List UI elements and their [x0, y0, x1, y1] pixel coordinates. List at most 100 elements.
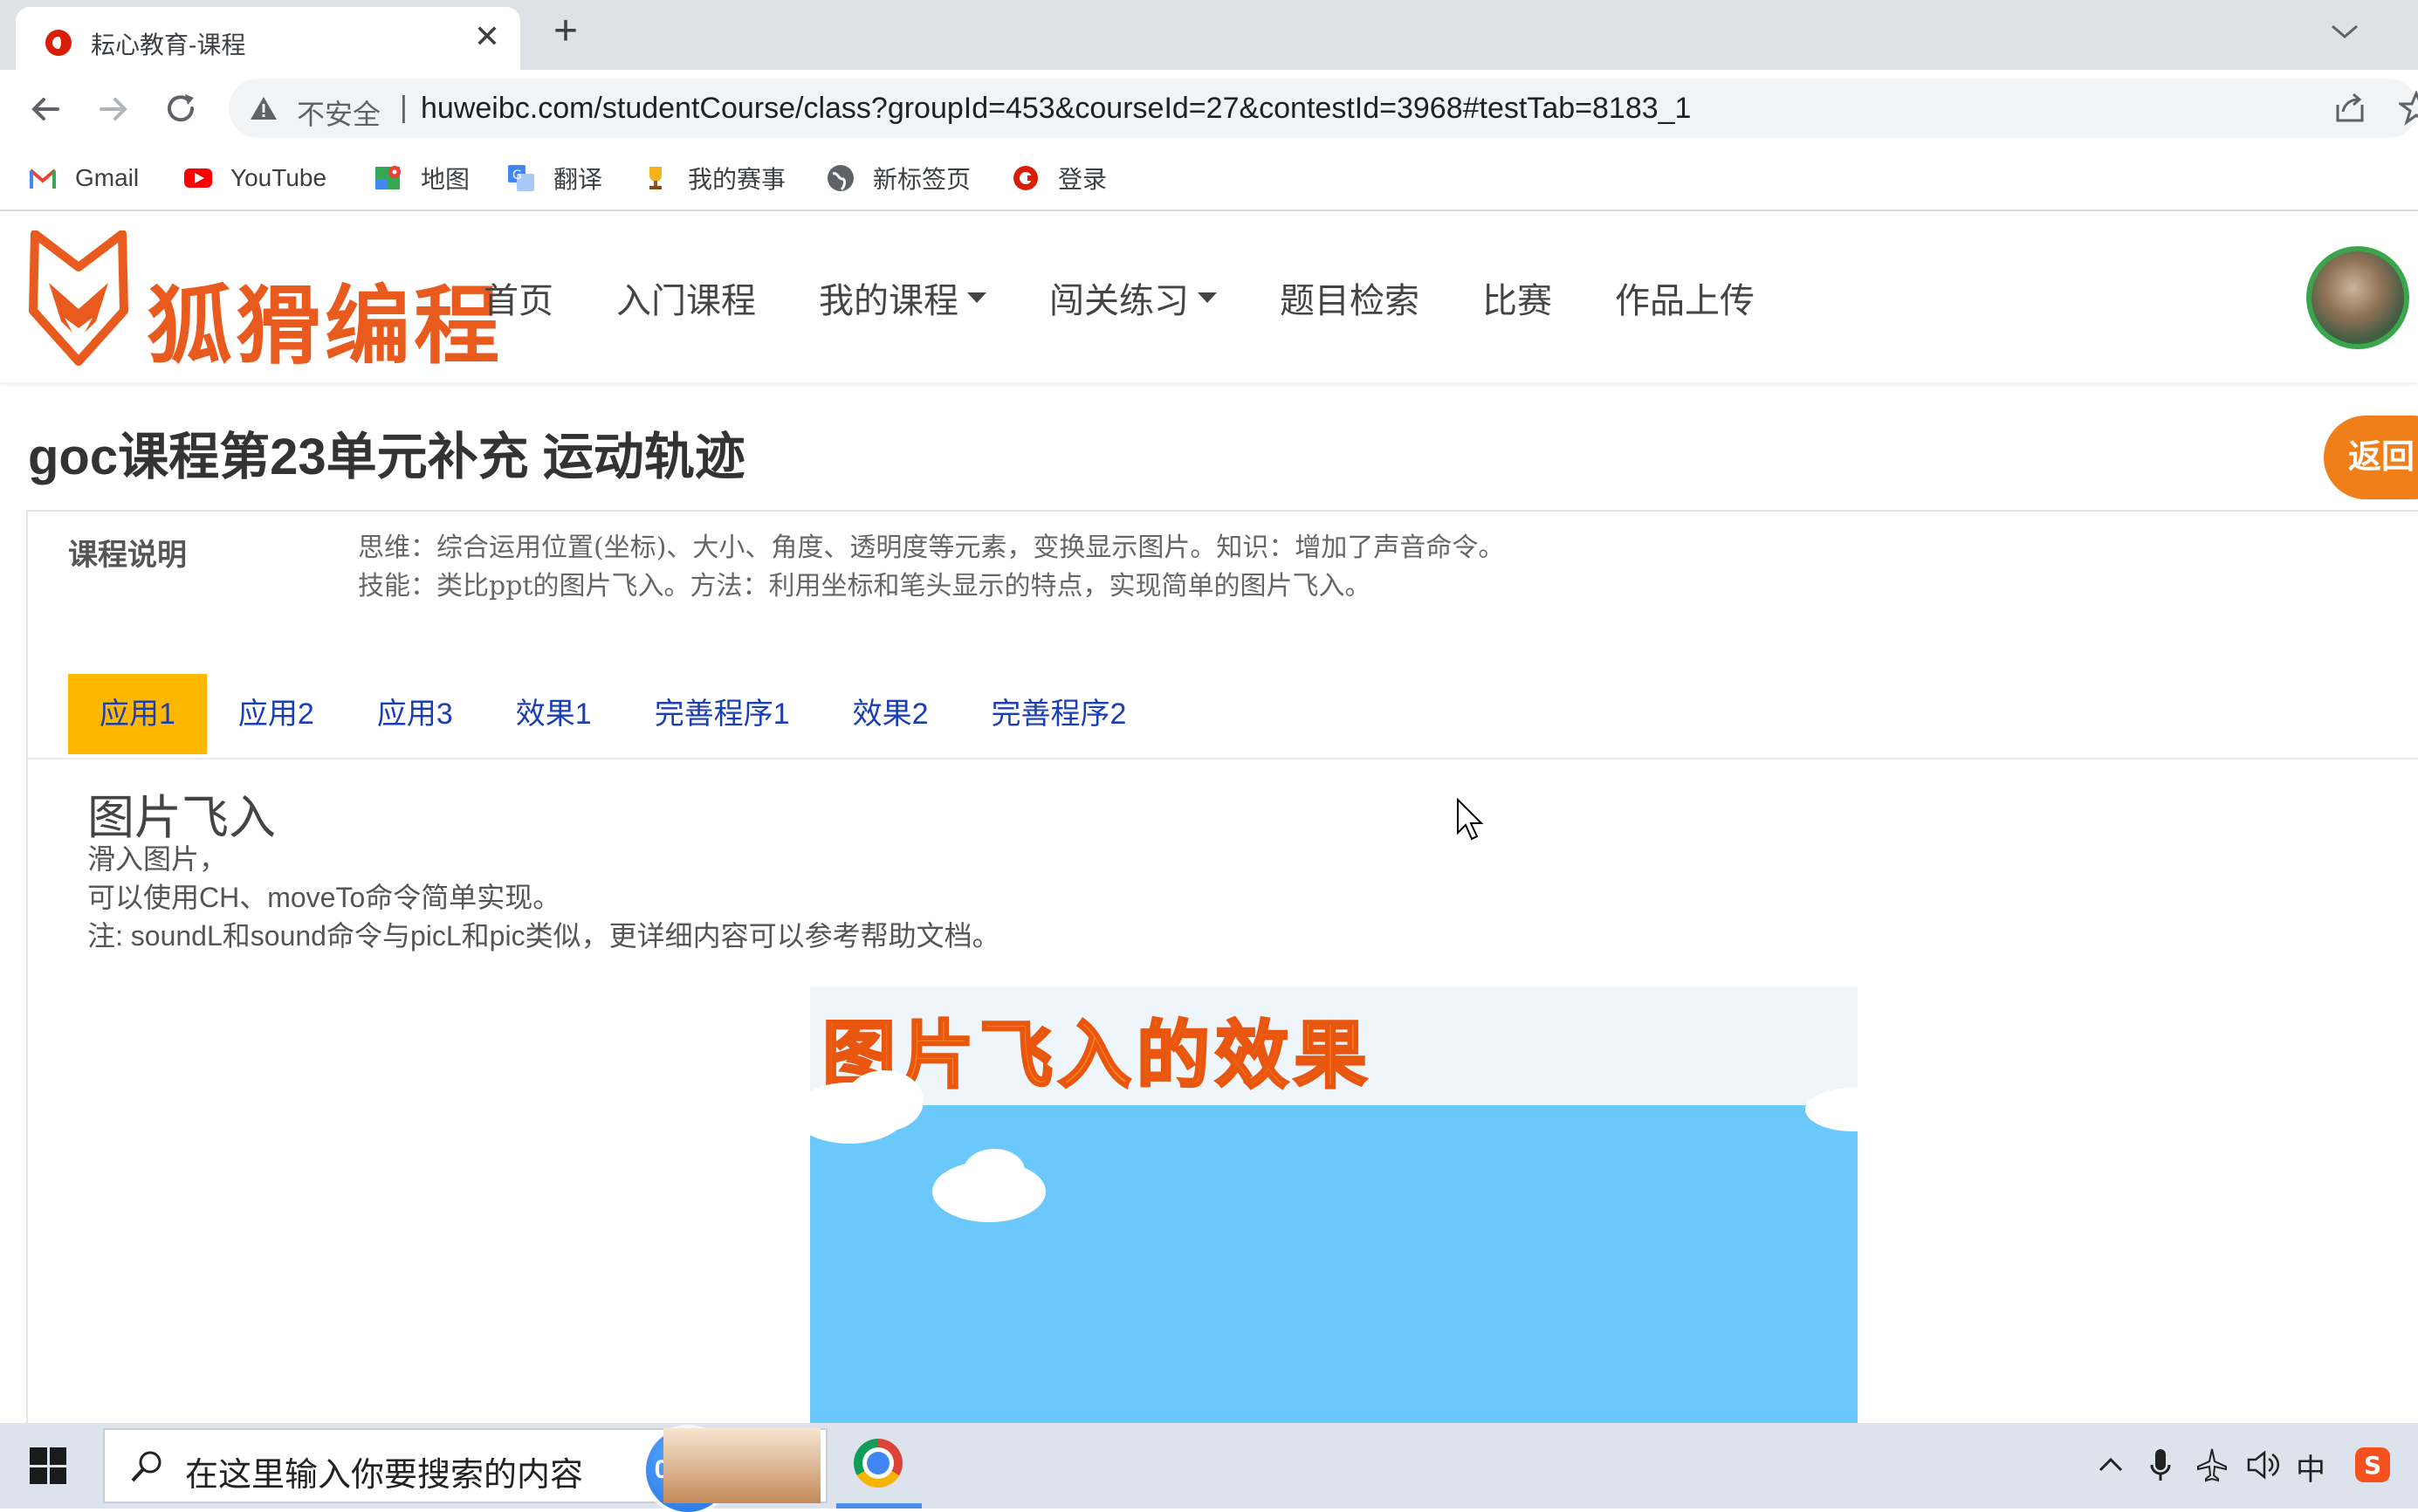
description-line: 思维：综合运用位置(坐标)、大小、角度、透明度等元素，变换显示图片。知识：增加了… — [358, 533, 1505, 563]
nav-practice[interactable]: 闯关练习 — [1049, 272, 1217, 323]
lesson-title: 图片飞入 — [87, 792, 276, 844]
user-avatar[interactable] — [2306, 246, 2409, 349]
tab-search-chevron-icon[interactable] — [2325, 14, 2364, 49]
trophy-icon — [649, 167, 662, 189]
bookmark-label: 新标签页 — [873, 166, 972, 193]
nav-upload-work[interactable]: 作品上传 — [1615, 272, 1755, 323]
return-button[interactable]: 返回 — [2324, 416, 2418, 499]
url-text[interactable]: huweibc.com/studentCourse/class?groupId=… — [421, 92, 1691, 126]
tab-improve-program-1[interactable]: 完善程序1 — [623, 674, 821, 754]
bookmark-new-tab[interactable]: 新标签页 — [826, 159, 971, 197]
caret-down-icon — [1198, 292, 1217, 303]
bookmark-my-contests[interactable]: 我的赛事 — [641, 159, 786, 197]
bookmark-youtube[interactable]: YouTube — [183, 159, 326, 197]
volume-icon[interactable] — [2245, 1446, 2280, 1484]
bookmark-star-icon[interactable] — [2399, 91, 2418, 126]
warning-icon[interactable] — [250, 96, 278, 120]
description-line: 技能：类比ppt的图片飞入。方法：利用坐标和笔头显示的特点，实现简单的图片飞入。 — [358, 571, 1371, 601]
bookmark-label: 我的赛事 — [688, 166, 787, 193]
microphone-icon[interactable] — [2147, 1446, 2174, 1484]
forward-arrow-icon[interactable] — [93, 89, 133, 129]
bookmark-label: Gmail — [75, 164, 140, 191]
cloud-shape — [964, 1149, 1025, 1192]
tabs-divider — [28, 758, 2418, 759]
site-icon — [1013, 166, 1038, 190]
gmail-icon — [29, 168, 57, 189]
caret-down-icon — [967, 292, 986, 303]
cloud-shape — [845, 1070, 924, 1131]
browser-tab-strip: 耘心教育-课程 ✕ + — [0, 0, 2418, 70]
search-icon — [131, 1451, 161, 1482]
sogou-input-icon[interactable]: S — [2353, 1446, 2392, 1484]
bookmark-gmail[interactable]: Gmail — [28, 159, 139, 197]
nav-label: 我的课程 — [819, 282, 958, 320]
tab-close-icon[interactable]: ✕ — [470, 19, 505, 54]
not-secure-label: 不安全 — [297, 99, 381, 130]
nav-contests[interactable]: 比赛 — [1482, 272, 1552, 323]
bookmark-translate[interactable]: G 翻译 — [506, 159, 602, 197]
bookmarks-bar: Gmail YouTube 地图 G 翻译 我的赛事 新标签页 登录 — [0, 147, 2418, 211]
fox-logo-icon — [29, 230, 128, 366]
bookmark-label: 登录 — [1058, 166, 1108, 193]
airplane-mode-icon[interactable] — [2195, 1446, 2229, 1484]
course-panel: 课程说明 思维：综合运用位置(坐标)、大小、角度、透明度等元素，变换显示图片。知… — [26, 510, 2418, 1440]
page-title: goc课程第23单元补充 运动轨迹 — [28, 429, 745, 485]
nav-home[interactable]: 首页 — [484, 272, 553, 323]
nav-label: 比赛 — [1482, 282, 1552, 320]
nav-intro-courses[interactable]: 入门课程 — [616, 272, 756, 323]
tab-improve-program-2[interactable]: 完善程序2 — [960, 674, 1158, 754]
active-app-indicator — [836, 1503, 922, 1509]
new-tab-button[interactable]: + — [546, 10, 585, 52]
tab-title: 耘心教育-课程 — [91, 31, 246, 58]
tab-effect-2[interactable]: 效果2 — [821, 674, 960, 754]
ime-indicator[interactable]: 中 — [2296, 1446, 2325, 1487]
translate-icon: G — [508, 165, 534, 191]
taskbar-search-placeholder: 在这里输入你要搜索的内容 — [185, 1457, 584, 1494]
bookmark-label: 翻译 — [553, 166, 603, 193]
address-bar[interactable]: 不安全 | huweibc.com/studentCourse/class?gr… — [229, 79, 2418, 138]
site-logo[interactable]: 狐猾编程 — [26, 230, 499, 376]
site-header: 狐猾编程 首页 入门课程 我的课程 闯关练习 题目检索 比赛 作品上传 — [0, 211, 2418, 382]
nav-label: 题目检索 — [1280, 282, 1419, 320]
url-separator: | — [400, 91, 408, 124]
youtube-icon — [184, 168, 212, 188]
svg-text:S: S — [2364, 1451, 2381, 1480]
tab-app-3[interactable]: 应用3 — [346, 674, 484, 754]
bookmark-maps[interactable]: 地图 — [374, 159, 470, 197]
tab-app-2[interactable]: 应用2 — [207, 674, 346, 754]
browser-toolbar: 不安全 | huweibc.com/studentCourse/class?gr… — [0, 70, 2418, 147]
description-text: 思维：综合运用位置(坐标)、大小、角度、透明度等元素，变换显示图片。知识：增加了… — [358, 529, 1504, 606]
globe-icon — [828, 165, 854, 191]
lesson-line: 注: soundL和sound命令与picL和pic类似，更详细内容可以参考帮助… — [87, 920, 1000, 952]
nav-problem-search[interactable]: 题目检索 — [1280, 272, 1419, 323]
description-label: 课程说明 — [68, 539, 187, 572]
nav-my-courses[interactable]: 我的课程 — [819, 272, 986, 323]
bookmark-label: 地图 — [421, 166, 471, 193]
chevron-up-icon[interactable] — [2095, 1446, 2126, 1484]
back-arrow-icon[interactable] — [26, 89, 66, 129]
nav-label: 作品上传 — [1615, 282, 1755, 320]
windows-start-icon[interactable] — [30, 1447, 66, 1484]
lesson-line: 滑入图片， — [87, 843, 228, 875]
bookmark-label: YouTube — [230, 164, 327, 191]
main-nav: 首页 入门课程 我的课程 闯关练习 题目检索 比赛 作品上传 — [484, 272, 1817, 323]
windows-taskbar: 在这里输入你要搜索的内容 00:02 中 S — [0, 1423, 2418, 1512]
browser-tab-active[interactable]: 耘心教育-课程 ✕ — [16, 7, 520, 70]
reload-icon[interactable] — [161, 89, 201, 129]
mouse-cursor-icon — [1457, 798, 1484, 841]
demo-image-banner: 图片飞入的效果 — [810, 986, 1858, 1105]
chrome-taskbar-icon[interactable] — [854, 1439, 903, 1488]
lesson-line: 可以使用CH、moveTo命令简单实现。 — [87, 882, 561, 913]
share-icon[interactable] — [2332, 93, 2367, 124]
search-highlight-image — [663, 1428, 821, 1503]
maps-icon — [375, 166, 401, 189]
tab-effect-1[interactable]: 效果1 — [484, 674, 623, 754]
logo-text: 狐猾编程 — [147, 277, 504, 376]
svg-text:G: G — [512, 168, 522, 182]
bookmark-login[interactable]: 登录 — [1011, 159, 1107, 197]
lesson-text: 滑入图片， 可以使用CH、moveTo命令简单实现。 注: soundL和sou… — [87, 840, 1000, 955]
nav-label: 入门课程 — [616, 282, 756, 320]
tab-app-1[interactable]: 应用1 — [68, 674, 207, 754]
site-favicon-icon — [45, 30, 72, 56]
content-tabs: 应用1 应用2 应用3 效果1 完善程序1 效果2 完善程序2 — [68, 674, 1157, 754]
